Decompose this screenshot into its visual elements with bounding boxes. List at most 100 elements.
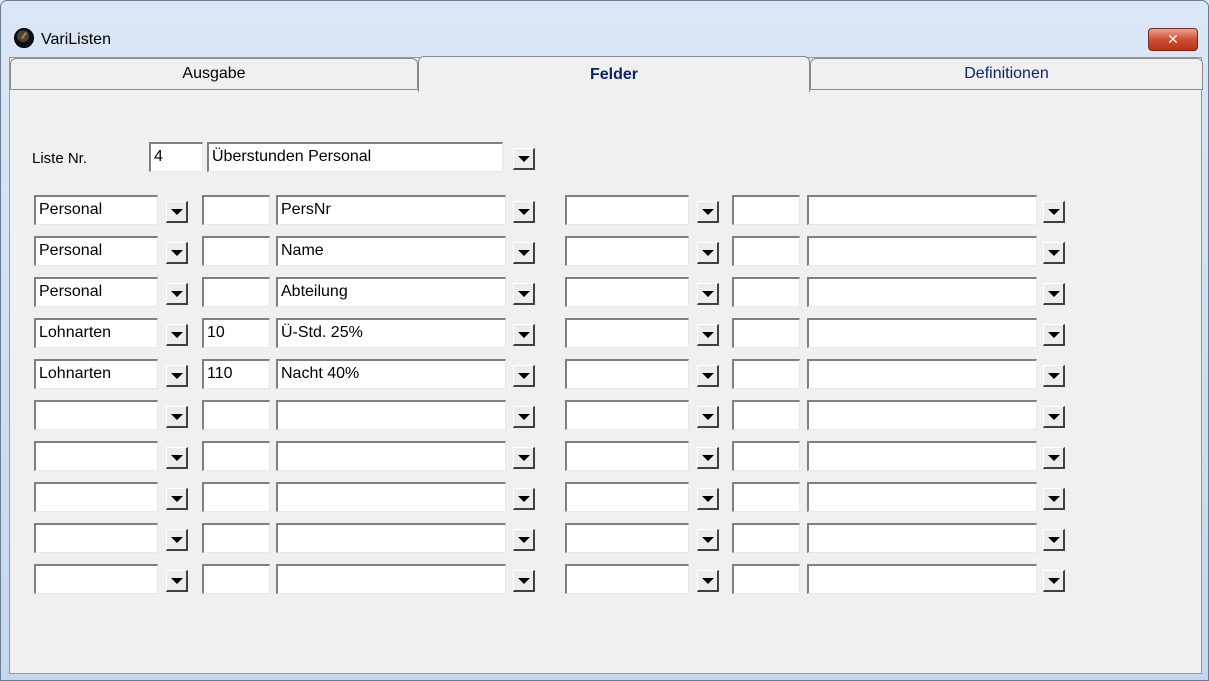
right-field-dropdown-button[interactable] — [1043, 324, 1065, 346]
list-name-combo[interactable]: Überstunden Personal — [207, 142, 503, 172]
left-source-combo[interactable] — [34, 441, 158, 471]
left-source-dropdown-button[interactable] — [166, 570, 188, 592]
list-name-dropdown-button[interactable] — [513, 148, 535, 170]
left-source-dropdown-button[interactable] — [166, 488, 188, 510]
right-source-dropdown-button[interactable] — [697, 365, 719, 387]
left-source-combo[interactable]: Lohnarten — [34, 359, 158, 389]
left-field-dropdown-button[interactable] — [513, 570, 535, 592]
left-source-combo[interactable]: Personal — [34, 195, 158, 225]
right-field-dropdown-button[interactable] — [1043, 447, 1065, 469]
left-number-input[interactable]: 110 — [202, 359, 270, 389]
right-field-combo[interactable] — [807, 318, 1037, 348]
right-field-combo[interactable] — [807, 523, 1037, 553]
right-source-dropdown-button[interactable] — [697, 242, 719, 264]
right-field-combo[interactable] — [807, 359, 1037, 389]
tab-definitionen[interactable]: Definitionen — [810, 58, 1203, 89]
right-number-input[interactable] — [732, 195, 800, 225]
right-number-input[interactable] — [732, 236, 800, 266]
right-source-dropdown-button[interactable] — [697, 488, 719, 510]
right-field-combo[interactable] — [807, 277, 1037, 307]
right-source-combo[interactable] — [565, 277, 689, 307]
right-number-input[interactable] — [732, 277, 800, 307]
right-source-dropdown-button[interactable] — [697, 406, 719, 428]
right-number-input[interactable] — [732, 318, 800, 348]
left-source-dropdown-button[interactable] — [166, 406, 188, 428]
right-source-combo[interactable] — [565, 523, 689, 553]
left-field-dropdown-button[interactable] — [513, 324, 535, 346]
left-number-input[interactable]: 10 — [202, 318, 270, 348]
left-source-dropdown-button[interactable] — [166, 365, 188, 387]
left-number-input[interactable] — [202, 523, 270, 553]
right-number-input[interactable] — [732, 441, 800, 471]
left-field-combo[interactable] — [276, 400, 506, 430]
left-field-dropdown-button[interactable] — [513, 201, 535, 223]
right-field-dropdown-button[interactable] — [1043, 488, 1065, 510]
right-field-combo[interactable] — [807, 441, 1037, 471]
right-source-combo[interactable] — [565, 318, 689, 348]
right-source-combo[interactable] — [565, 400, 689, 430]
right-field-dropdown-button[interactable] — [1043, 529, 1065, 551]
left-source-combo[interactable]: Personal — [34, 277, 158, 307]
right-source-dropdown-button[interactable] — [697, 447, 719, 469]
left-source-dropdown-button[interactable] — [166, 242, 188, 264]
right-field-dropdown-button[interactable] — [1043, 406, 1065, 428]
left-field-combo[interactable] — [276, 482, 506, 512]
left-field-combo[interactable]: Abteilung — [276, 277, 506, 307]
right-number-input[interactable] — [732, 523, 800, 553]
left-number-input[interactable] — [202, 400, 270, 430]
left-number-input[interactable] — [202, 195, 270, 225]
left-source-combo[interactable]: Personal — [34, 236, 158, 266]
tab-felder[interactable]: Felder — [418, 56, 810, 92]
left-source-dropdown-button[interactable] — [166, 283, 188, 305]
right-source-combo[interactable] — [565, 236, 689, 266]
left-number-input[interactable] — [202, 236, 270, 266]
right-source-dropdown-button[interactable] — [697, 529, 719, 551]
left-number-input[interactable] — [202, 277, 270, 307]
right-source-dropdown-button[interactable] — [697, 201, 719, 223]
left-field-dropdown-button[interactable] — [513, 406, 535, 428]
left-source-combo[interactable] — [34, 400, 158, 430]
left-field-combo[interactable]: Name — [276, 236, 506, 266]
right-field-dropdown-button[interactable] — [1043, 365, 1065, 387]
right-field-combo[interactable] — [807, 400, 1037, 430]
left-field-dropdown-button[interactable] — [513, 365, 535, 387]
left-field-dropdown-button[interactable] — [513, 242, 535, 264]
left-number-input[interactable] — [202, 482, 270, 512]
left-field-combo[interactable]: Nacht 40% — [276, 359, 506, 389]
tab-ausgabe[interactable]: Ausgabe — [10, 58, 418, 89]
left-field-dropdown-button[interactable] — [513, 488, 535, 510]
left-source-dropdown-button[interactable] — [166, 324, 188, 346]
right-field-dropdown-button[interactable] — [1043, 242, 1065, 264]
right-source-dropdown-button[interactable] — [697, 570, 719, 592]
left-field-dropdown-button[interactable] — [513, 529, 535, 551]
right-source-combo[interactable] — [565, 441, 689, 471]
left-source-dropdown-button[interactable] — [166, 447, 188, 469]
right-number-input[interactable] — [732, 359, 800, 389]
right-field-combo[interactable] — [807, 195, 1037, 225]
left-field-combo[interactable] — [276, 564, 506, 594]
right-source-combo[interactable] — [565, 359, 689, 389]
right-field-combo[interactable] — [807, 482, 1037, 512]
left-source-combo[interactable] — [34, 482, 158, 512]
right-source-dropdown-button[interactable] — [697, 324, 719, 346]
left-field-dropdown-button[interactable] — [513, 283, 535, 305]
right-field-dropdown-button[interactable] — [1043, 570, 1065, 592]
left-field-combo[interactable]: PersNr — [276, 195, 506, 225]
right-number-input[interactable] — [732, 564, 800, 594]
left-field-combo[interactable] — [276, 523, 506, 553]
right-source-combo[interactable] — [565, 564, 689, 594]
right-source-dropdown-button[interactable] — [697, 283, 719, 305]
left-source-combo[interactable]: Lohnarten — [34, 318, 158, 348]
right-field-combo[interactable] — [807, 236, 1037, 266]
left-number-input[interactable] — [202, 441, 270, 471]
left-source-combo[interactable] — [34, 564, 158, 594]
right-field-dropdown-button[interactable] — [1043, 283, 1065, 305]
left-source-dropdown-button[interactable] — [166, 201, 188, 223]
close-button[interactable]: ✕ — [1148, 28, 1198, 51]
left-field-combo[interactable]: Ü-Std. 25% — [276, 318, 506, 348]
left-number-input[interactable] — [202, 564, 270, 594]
right-number-input[interactable] — [732, 400, 800, 430]
left-source-dropdown-button[interactable] — [166, 529, 188, 551]
left-field-combo[interactable] — [276, 441, 506, 471]
right-field-combo[interactable] — [807, 564, 1037, 594]
